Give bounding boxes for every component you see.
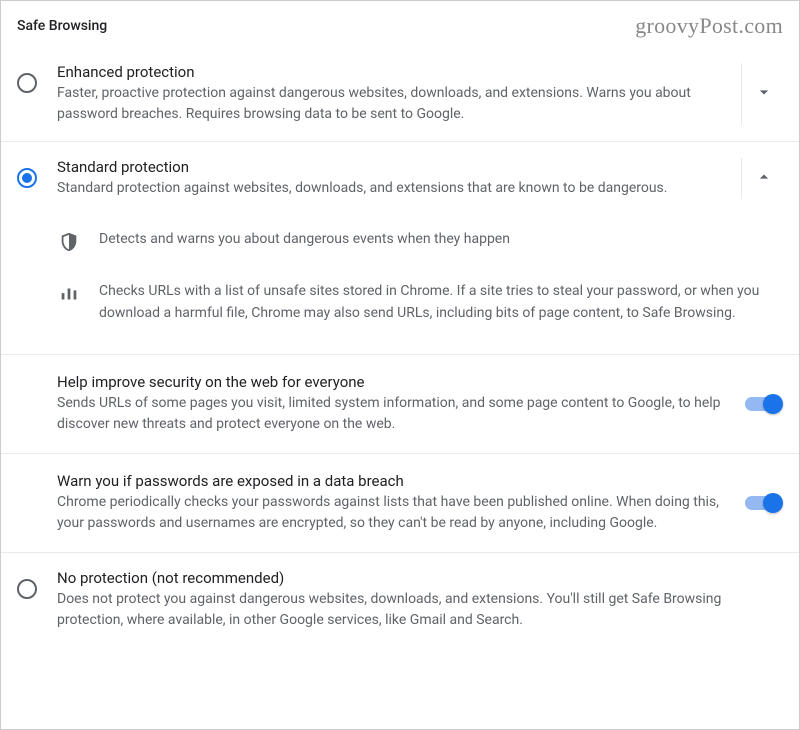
radio-no-protection[interactable] xyxy=(17,579,37,599)
toggle-desc: Chrome periodically checks your password… xyxy=(57,492,731,534)
header: Safe Browsing groovyPost.com xyxy=(1,1,799,47)
toggle-title: Help improve security on the web for eve… xyxy=(57,373,731,391)
watermark: groovyPost.com xyxy=(635,13,783,39)
option-standard[interactable]: Standard protection Standard protection … xyxy=(1,142,799,215)
option-no-protection[interactable]: No protection (not recommended) Does not… xyxy=(1,553,799,647)
shield-icon xyxy=(57,229,81,253)
option-desc: Does not protect you against dangerous w… xyxy=(57,589,777,631)
safe-browsing-settings: Safe Browsing groovyPost.com Enhanced pr… xyxy=(1,1,799,647)
toggle-row-password-breach: Warn you if passwords are exposed in a d… xyxy=(1,454,799,553)
standard-details: Detects and warns you about dangerous ev… xyxy=(1,215,799,355)
radio-enhanced[interactable] xyxy=(17,73,37,93)
chevron-down-icon xyxy=(754,82,774,106)
section-title: Safe Browsing xyxy=(17,18,107,34)
toggle-row-improve-security: Help improve security on the web for eve… xyxy=(1,355,799,454)
toggle-desc: Sends URLs of some pages you visit, limi… xyxy=(57,393,731,435)
option-title: Standard protection xyxy=(57,158,729,176)
radio-standard[interactable] xyxy=(17,168,37,188)
option-title: No protection (not recommended) xyxy=(57,569,777,587)
feature-text: Checks URLs with a list of unsafe sites … xyxy=(99,281,773,324)
option-desc: Faster, proactive protection against dan… xyxy=(57,83,729,125)
toggle-improve-security[interactable] xyxy=(745,397,781,411)
feature-row: Checks URLs with a list of unsafe sites … xyxy=(57,267,783,338)
toggle-title: Warn you if passwords are exposed in a d… xyxy=(57,472,731,490)
bar-chart-icon xyxy=(57,281,81,305)
toggle-password-breach[interactable] xyxy=(745,496,781,510)
feature-text: Detects and warns you about dangerous ev… xyxy=(99,229,773,251)
collapse-standard-button[interactable] xyxy=(741,158,785,199)
feature-row: Detects and warns you about dangerous ev… xyxy=(57,215,783,267)
chevron-up-icon xyxy=(754,167,774,191)
expand-enhanced-button[interactable] xyxy=(741,63,785,125)
option-desc: Standard protection against websites, do… xyxy=(57,178,729,199)
option-title: Enhanced protection xyxy=(57,63,729,81)
option-enhanced[interactable]: Enhanced protection Faster, proactive pr… xyxy=(1,47,799,142)
